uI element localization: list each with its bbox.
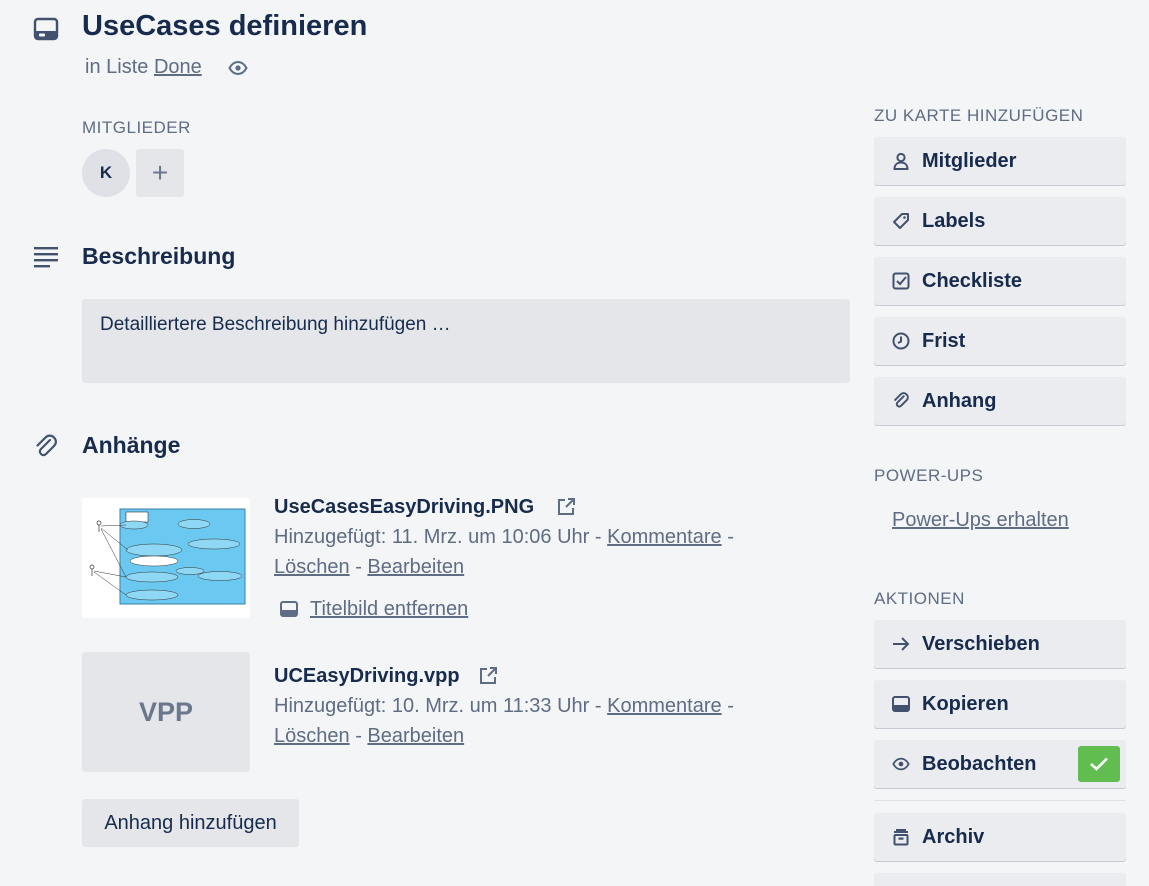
attachment-meta-line: Hinzugefügt: 10. Mrz. um 11:33 Uhr - Kom… (274, 695, 734, 717)
sidebar-button-label: Kopieren (922, 692, 1009, 715)
attachment-actions-line: Löschen - Bearbeiten (274, 725, 465, 747)
list-info: in Liste Done (85, 56, 202, 79)
add-to-card-label: ZU KARTE HINZUFÜGEN (874, 106, 1084, 125)
sidebar-divider (874, 800, 1126, 801)
arrow-right-icon (892, 635, 910, 653)
comments-link[interactable]: Kommentare (607, 695, 722, 717)
add-member-button[interactable]: + (136, 149, 184, 197)
delete-link[interactable]: Löschen (274, 556, 350, 578)
tag-icon (892, 212, 910, 230)
watching-checkmark-icon (1078, 746, 1120, 782)
delete-link[interactable]: Löschen (274, 725, 350, 747)
eye-icon (892, 755, 910, 773)
sidebar-button-checklist[interactable]: Checkliste (874, 257, 1126, 305)
paperclip-icon (33, 434, 59, 460)
attachment-title-png: UseCasesEasyDriving.PNG (274, 496, 534, 519)
sidebar-button-label: Mitglieder (922, 149, 1017, 172)
person-icon (892, 152, 910, 170)
comments-link[interactable]: Kommentare (607, 526, 722, 548)
cover-icon (280, 601, 298, 617)
description-input[interactable]: Detailliertere Beschreibung hinzufügen … (82, 299, 850, 383)
card-icon (892, 695, 910, 713)
description-heading: Beschreibung (82, 243, 236, 269)
sidebar-button-label: Frist (922, 329, 966, 352)
sidebar-button-labels[interactable]: Labels (874, 197, 1126, 245)
card-icon (33, 17, 59, 41)
watching-eye-icon (228, 58, 248, 78)
list-link[interactable]: Done (154, 56, 202, 78)
sidebar-button-move[interactable]: Verschieben (874, 620, 1126, 668)
attachment-actions-line: Löschen - Bearbeiten (274, 556, 465, 578)
remove-cover-link[interactable]: Titelbild entfernen (310, 598, 468, 621)
list-prefix: in Liste (85, 56, 149, 78)
attachment-meta-line: Hinzugefügt: 11. Mrz. um 10:06 Uhr - Kom… (274, 526, 734, 548)
sidebar-button-archive[interactable]: Archiv (874, 813, 1126, 861)
sidebar-button-due-date[interactable]: Frist (874, 317, 1126, 365)
attachment-name[interactable]: UseCasesEasyDriving.PNG (274, 496, 534, 518)
sidebar-button-label: Labels (922, 209, 986, 232)
attachments-heading: Anhänge (82, 432, 181, 458)
avatar[interactable]: K (82, 149, 130, 197)
attachment-added-date: Hinzugefügt: 10. Mrz. um 11:33 Uhr (274, 695, 590, 717)
sidebar-button-more[interactable] (874, 873, 1126, 886)
edit-link[interactable]: Bearbeiten (367, 725, 464, 747)
attachment-thumbnail-png[interactable] (82, 498, 250, 618)
external-link-icon[interactable] (478, 666, 498, 691)
clock-icon (892, 332, 910, 350)
sidebar-button-label: Checkliste (922, 269, 1023, 292)
attachment-title-vpp: UCEasyDriving.vpp (274, 665, 460, 688)
attachment-added-date: Hinzugefügt: 11. Mrz. um 10:06 Uhr (274, 526, 590, 548)
get-powerups-link[interactable]: Power-Ups erhalten (892, 509, 1069, 532)
sidebar-button-label: Verschieben (922, 632, 1040, 655)
attachment-thumbnail-vpp[interactable]: VPP (82, 652, 250, 772)
sidebar-button-attachment[interactable]: Anhang (874, 377, 1126, 425)
attachment-name[interactable]: UCEasyDriving.vpp (274, 665, 460, 687)
description-icon (33, 245, 59, 269)
sidebar-button-label: Anhang (922, 389, 997, 412)
sidebar-button-label: Archiv (922, 825, 985, 848)
card-title[interactable]: UseCases definieren (82, 10, 367, 43)
sidebar-button-watch[interactable]: Beobachten (874, 740, 1126, 788)
archive-icon (892, 828, 910, 846)
sidebar-button-label: Beobachten (922, 752, 1037, 775)
add-attachment-button[interactable]: Anhang hinzufügen (82, 799, 299, 847)
sidebar-button-members[interactable]: Mitglieder (874, 137, 1126, 185)
paperclip-icon (892, 392, 910, 410)
powerups-label: POWER-UPS (874, 466, 984, 485)
external-link-icon[interactable] (556, 497, 576, 522)
edit-link[interactable]: Bearbeiten (367, 556, 464, 578)
checkbox-icon (892, 272, 910, 290)
sidebar-button-copy[interactable]: Kopieren (874, 680, 1126, 728)
members-label: MITGLIEDER (82, 118, 191, 137)
actions-label: AKTIONEN (874, 589, 965, 608)
